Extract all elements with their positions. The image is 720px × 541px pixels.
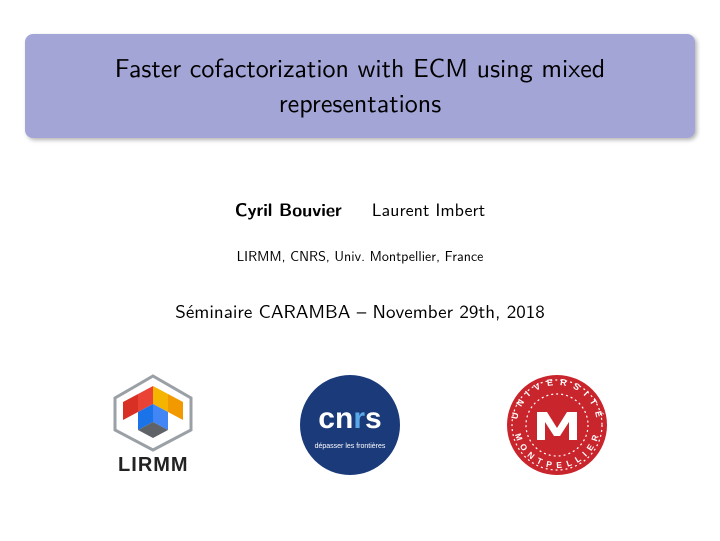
title-box: Faster cofactorization with ECM using mi… xyxy=(25,34,695,138)
svg-text:dépasser les frontières: dépasser les frontières xyxy=(315,443,386,450)
slide-title: Faster cofactorization with ECM using mi… xyxy=(45,50,675,120)
cnrs-logo: cnrs dépasser les frontières xyxy=(295,370,405,480)
seminar-line: Séminaire CARAMBA – November 29th, 2018 xyxy=(0,296,720,324)
lirmm-logo: LIRMM xyxy=(108,374,198,477)
lirmm-icon xyxy=(108,374,198,452)
svg-text:cnrs: cnrs xyxy=(318,402,381,435)
author-primary: Cyril Bouvier xyxy=(235,197,342,222)
cnrs-icon: cnrs dépasser les frontières xyxy=(295,370,405,480)
univ-montpellier-logo: U N I V E R S I T É M O N T P E L L I E … xyxy=(502,370,612,480)
authors-line: Cyril Bouvier Laurent Imbert xyxy=(0,195,720,222)
lirmm-label: LIRMM xyxy=(118,454,189,477)
logo-row: LIRMM cnrs dépasser les frontières xyxy=(0,360,720,490)
univ-montpellier-icon: U N I V E R S I T É M O N T P E L L I E … xyxy=(502,370,612,480)
title-slide: Faster cofactorization with ECM using mi… xyxy=(0,0,720,541)
affiliation: LIRMM, CNRS, Univ. Montpellier, France xyxy=(0,246,720,266)
author-secondary: Laurent Imbert xyxy=(372,195,485,222)
